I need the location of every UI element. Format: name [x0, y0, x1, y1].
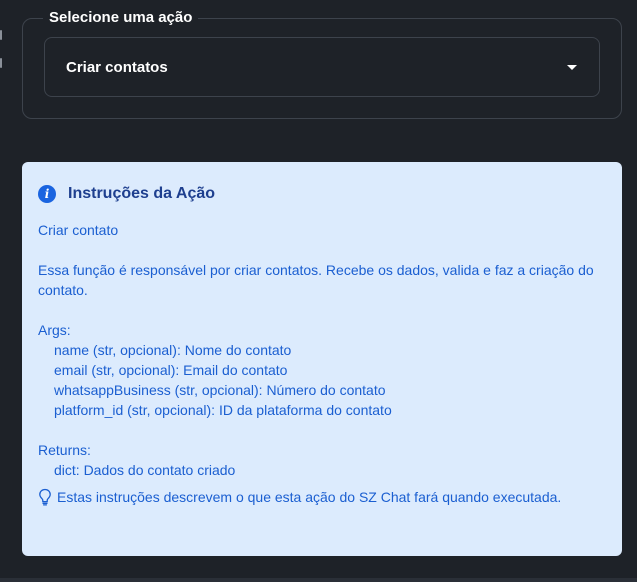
args-header: Args:	[38, 322, 71, 338]
edge-mark	[0, 30, 2, 40]
info-icon: i	[38, 185, 56, 203]
instructions-tip: Estas instruções descrevem o que esta aç…	[38, 487, 606, 507]
instructions-title: Instruções da Ação	[68, 185, 216, 202]
arg-item: name (str, opcional): Nome do contato	[54, 342, 292, 358]
left-edge-marks	[0, 30, 4, 90]
action-select-group: Selecione uma ação Criar contatos	[22, 9, 622, 119]
instructions-card: i Instruções da Ação Criar contato Essa …	[22, 162, 622, 556]
returns-header: Returns:	[38, 442, 91, 458]
instructions-body: Criar contato Essa função é responsável …	[38, 220, 606, 507]
arg-item: email (str, opcional): Email do contato	[54, 362, 288, 378]
action-select-legend: Selecione uma ação	[43, 9, 199, 27]
return-item: dict: Dados do contato criado	[54, 462, 236, 478]
edge-mark	[0, 58, 2, 68]
arg-item: platform_id (str, opcional): ID da plata…	[54, 402, 392, 418]
instructions-description: Essa função é responsável por criar cont…	[38, 262, 594, 298]
action-select[interactable]: Criar contatos	[44, 37, 600, 97]
instructions-summary: Criar contato	[38, 222, 119, 238]
tip-text: Estas instruções descrevem o que esta aç…	[57, 489, 562, 505]
lightbulb-icon	[39, 488, 51, 506]
bottom-bar	[0, 578, 637, 582]
arg-item: whatsappBusiness (str, opcional): Número…	[54, 382, 386, 398]
action-select-value: Criar contatos	[66, 59, 168, 76]
instructions-header: i Instruções da Ação	[38, 183, 215, 205]
caret-down-icon[interactable]	[567, 65, 577, 70]
